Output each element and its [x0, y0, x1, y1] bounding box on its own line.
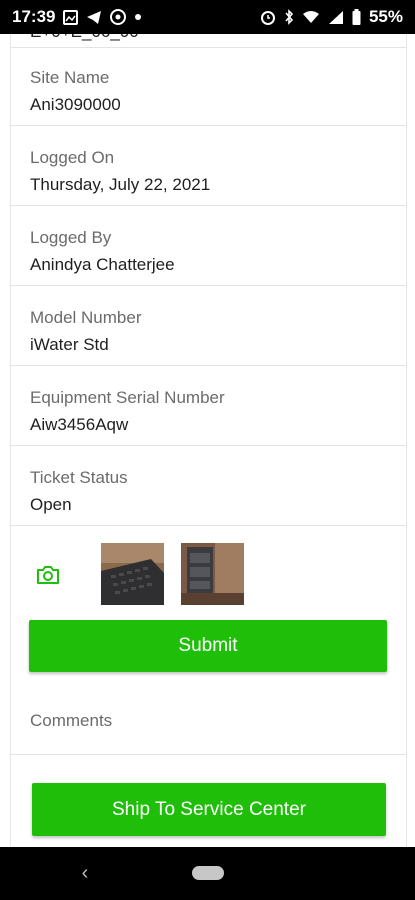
field-site-name: Site Name Ani3090000 — [11, 47, 406, 126]
field-value: Ani3090000 — [30, 95, 121, 114]
home-pill-icon[interactable] — [192, 866, 224, 880]
bluetooth-icon — [284, 9, 294, 25]
navigation-bar: ‹ — [0, 847, 415, 900]
field-value: Thursday, July 22, 2021 — [30, 175, 211, 194]
ticket-details-panel: E+0+E_06_00 Site Name Ani3090000 Logged … — [10, 34, 407, 847]
alarm-icon — [260, 9, 276, 25]
photo-attachments — [11, 534, 406, 614]
photo-thumbnail-cabinet[interactable] — [181, 543, 244, 605]
camera-icon[interactable] — [35, 564, 61, 586]
field-label: Logged By — [30, 228, 112, 247]
status-time: 17:39 — [12, 7, 56, 26]
chrome-icon — [110, 9, 127, 25]
gallery-icon — [63, 9, 79, 25]
battery-icon — [352, 9, 361, 25]
field-value: Aiw3456Aqw — [30, 415, 129, 434]
cut-off-field: E+0+E_06_00 — [11, 34, 406, 48]
field-label: Logged On — [30, 148, 115, 167]
submit-button[interactable]: Submit — [29, 620, 387, 672]
field-ticket-status: Ticket Status Open — [11, 447, 406, 526]
field-label: Site Name — [30, 68, 110, 87]
ship-to-service-center-button[interactable]: Ship To Service Center — [32, 783, 386, 836]
field-value: iWater Std — [30, 335, 109, 354]
telegram-icon — [86, 10, 102, 25]
field-label: Ticket Status — [30, 468, 128, 487]
field-label: Equipment Serial Number — [30, 388, 225, 407]
field-value: Open — [30, 495, 72, 514]
status-bar-right: 55% — [260, 7, 403, 27]
wifi-icon — [302, 10, 320, 24]
field-logged-on: Logged On Thursday, July 22, 2021 — [11, 127, 406, 206]
signal-icon — [328, 10, 344, 25]
cut-off-value: E+0+E_06_00 — [30, 34, 139, 42]
field-serial-number: Equipment Serial Number Aiw3456Aqw — [11, 367, 406, 446]
dot-icon — [134, 13, 142, 21]
field-value: Anindya Chatterjee — [30, 255, 175, 274]
comments-field[interactable]: Comments — [11, 684, 406, 755]
comments-label: Comments — [30, 711, 113, 730]
field-model-number: Model Number iWater Std — [11, 287, 406, 366]
back-chevron-icon[interactable]: ‹ — [76, 862, 94, 884]
field-label: Model Number — [30, 308, 142, 327]
battery-percent: 55% — [368, 7, 403, 26]
photo-thumbnail-keyboard[interactable] — [101, 543, 164, 605]
field-logged-by: Logged By Anindya Chatterjee — [11, 207, 406, 286]
status-bar-left: 17:39 — [12, 7, 142, 27]
status-bar: 17:39 55% — [0, 0, 415, 34]
